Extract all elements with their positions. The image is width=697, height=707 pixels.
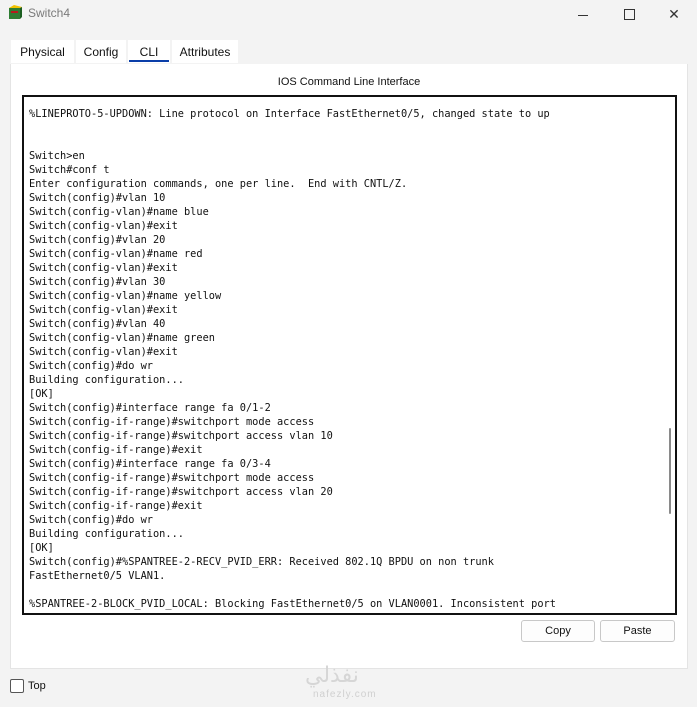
active-tab-indicator <box>129 60 169 62</box>
tab-cli-label: CLI <box>139 44 159 59</box>
top-checkbox[interactable] <box>10 679 24 693</box>
tab-physical[interactable]: Physical <box>11 40 74 63</box>
terminal-output[interactable]: %LINEPROTO-5-UPDOWN: Line protocol on In… <box>29 107 556 611</box>
switch-app-icon <box>9 5 22 19</box>
window-title: Switch4 <box>28 6 71 20</box>
scrollbar-thumb[interactable] <box>669 428 671 514</box>
cli-terminal[interactable]: %LINEPROTO-5-UPDOWN: Line protocol on In… <box>22 95 677 615</box>
cli-heading: IOS Command Line Interface <box>277 76 421 88</box>
tab-cli[interactable]: CLI <box>128 40 170 63</box>
watermark-arabic: نفذلي <box>305 663 359 688</box>
paste-button[interactable]: Paste <box>600 620 675 642</box>
minimize-button[interactable] <box>560 0 606 28</box>
tab-config[interactable]: Config <box>76 40 126 63</box>
watermark-logo: نفذلي nafezly.com <box>305 663 376 700</box>
title-bar: Switch4 ✕ <box>0 0 697 28</box>
top-checkbox-label: Top <box>28 680 46 692</box>
watermark-latin: nafezly.com <box>313 689 377 700</box>
maximize-icon <box>623 8 635 20</box>
minimize-icon <box>578 14 588 16</box>
copy-button[interactable]: Copy <box>521 620 595 642</box>
tab-attributes[interactable]: Attributes <box>172 40 238 63</box>
maximize-button[interactable] <box>606 0 652 28</box>
terminal-scrollbar[interactable] <box>666 97 675 613</box>
close-button[interactable]: ✕ <box>651 0 697 28</box>
close-icon: ✕ <box>668 5 680 22</box>
cli-panel: IOS Command Line Interface %LINEPROTO-5-… <box>10 64 688 669</box>
